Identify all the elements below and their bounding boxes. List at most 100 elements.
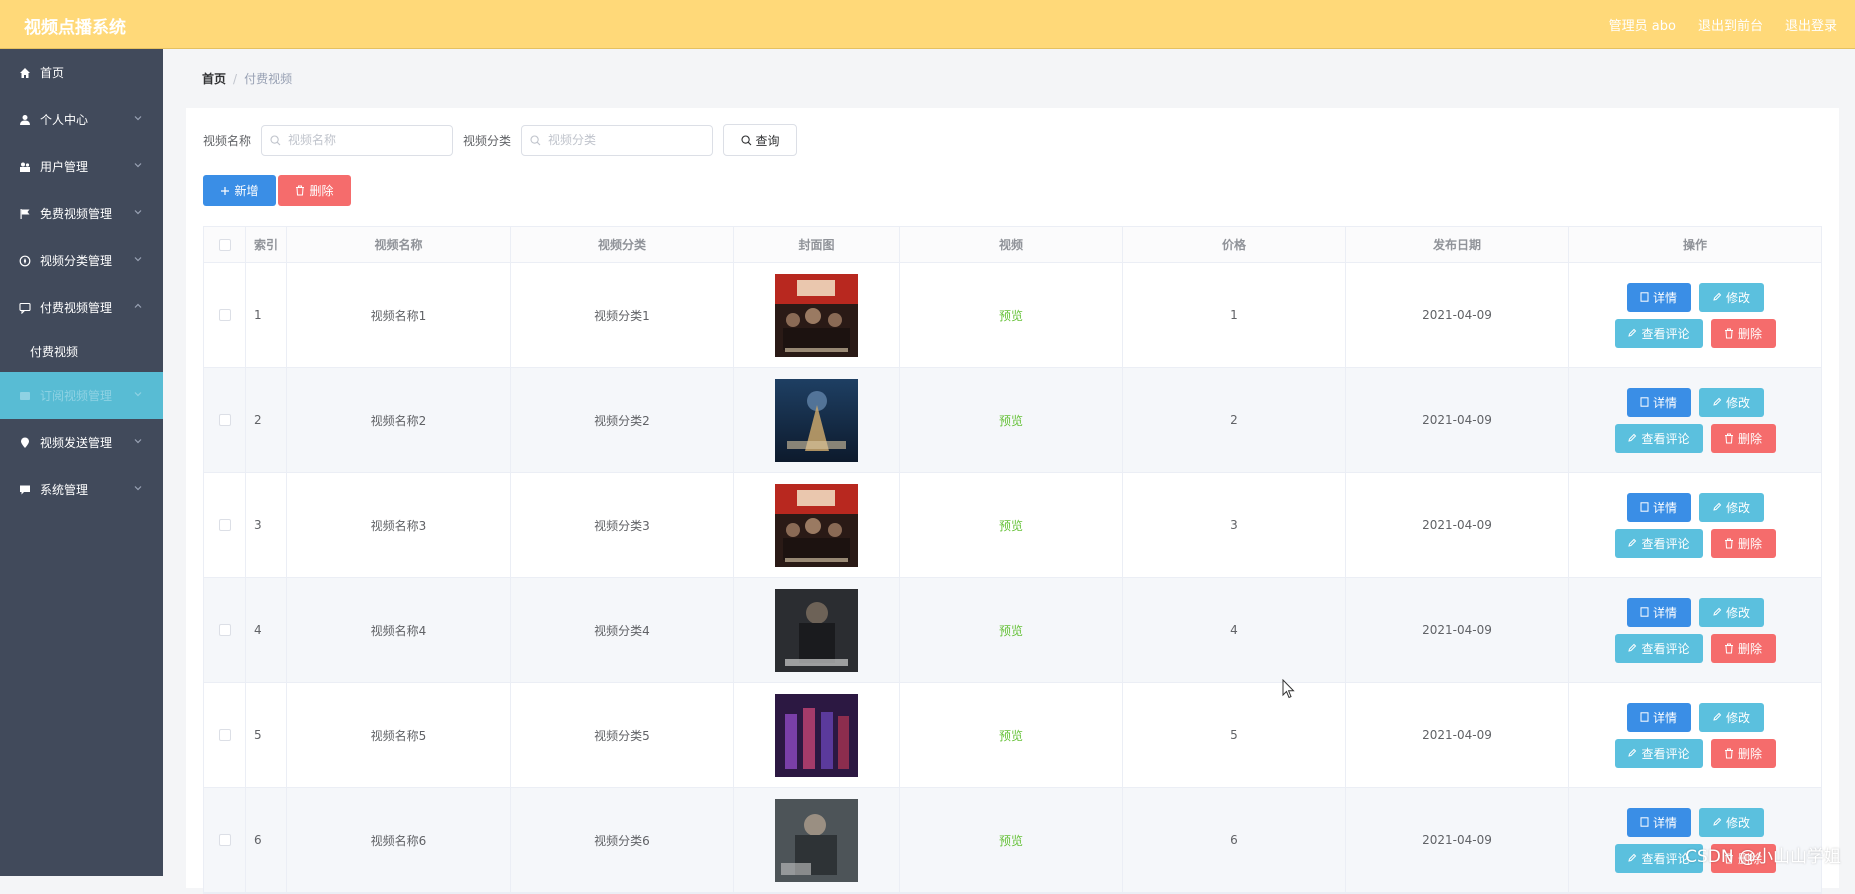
back-to-front-link[interactable]: 退出到前台	[1698, 15, 1763, 34]
sidebar-item-profile[interactable]: 个人中心	[0, 96, 163, 143]
edit-button[interactable]: 修改	[1698, 282, 1764, 312]
video-category-input[interactable]	[546, 132, 701, 148]
sidebar-item-paid-videos[interactable]: 付费视频管理	[0, 284, 163, 331]
cover-cell	[734, 788, 900, 892]
preview-link[interactable]: 预览	[999, 727, 1023, 744]
delete-button[interactable]: 删除	[1710, 318, 1776, 348]
video-cell: 预览	[900, 788, 1123, 892]
video-name-input[interactable]	[286, 132, 441, 148]
chevron-up-icon	[134, 303, 142, 308]
cover-image[interactable]	[775, 798, 858, 882]
sidebar-item-label: 付费视频	[30, 345, 79, 359]
cover-image[interactable]	[775, 588, 858, 672]
detail-button-label: 详情	[1652, 500, 1677, 515]
actions-cell: 详情 修改 查看评论 删除	[1569, 473, 1821, 577]
edit-button[interactable]: 修改	[1698, 702, 1764, 732]
detail-button[interactable]: 详情	[1626, 807, 1691, 837]
row-checkbox[interactable]	[218, 834, 231, 846]
add-button[interactable]: 新增	[203, 175, 276, 206]
video-cell: 预览	[900, 473, 1123, 577]
table-row: 2 视频名称2 视频分类2 预览 2 2021-04-09 详情 修改 查看评论	[204, 368, 1821, 473]
view-comments-button[interactable]: 查看评论	[1614, 318, 1703, 348]
edit-button[interactable]: 修改	[1698, 492, 1764, 522]
video-table: 索引 视频名称 视频分类 封面图 视频 价格 发布日期 操作 1 视频名称1 视…	[203, 226, 1822, 894]
cover-cell	[734, 263, 900, 367]
view-comments-button[interactable]: 查看评论	[1614, 633, 1703, 663]
document-icon	[1640, 607, 1649, 617]
preview-link[interactable]: 预览	[999, 517, 1023, 534]
batch-delete-button-label: 删除	[309, 184, 334, 198]
content-panel: 视频名称 视频分类 查询 新增 删除	[186, 108, 1839, 894]
detail-button[interactable]: 详情	[1626, 492, 1691, 522]
video-name-field[interactable]	[261, 124, 454, 156]
sidebar-item-home[interactable]: 首页	[0, 49, 163, 96]
sidebar-item-paid-video[interactable]: 付费视频	[0, 331, 163, 372]
pencil-icon	[1628, 328, 1637, 337]
chevron-down-icon	[134, 163, 142, 168]
detail-button[interactable]: 详情	[1626, 597, 1691, 627]
detail-button[interactable]: 详情	[1626, 702, 1691, 732]
cover-image[interactable]	[775, 483, 858, 567]
header-video: 视频	[900, 227, 1123, 262]
table-header: 索引 视频名称 视频分类 封面图 视频 价格 发布日期 操作	[204, 227, 1821, 263]
watermark: CSDN @小山山学姐	[1685, 847, 1841, 867]
row-checkbox[interactable]	[218, 309, 231, 321]
breadcrumb: 首页 / 付费视频	[202, 70, 292, 87]
video-category-field[interactable]	[521, 124, 714, 156]
breadcrumb-home[interactable]: 首页	[202, 72, 226, 86]
preview-link[interactable]: 预览	[999, 307, 1023, 324]
sidebar-item-users[interactable]: 用户管理	[0, 143, 163, 190]
detail-button[interactable]: 详情	[1626, 387, 1691, 417]
select-cell	[204, 263, 246, 367]
date-cell: 2021-04-09	[1346, 263, 1569, 367]
price-cell: 6	[1123, 788, 1346, 892]
search-icon	[740, 134, 751, 145]
mouse-cursor-icon	[1282, 678, 1296, 702]
delete-button[interactable]: 删除	[1710, 738, 1776, 768]
row-checkbox[interactable]	[218, 414, 231, 426]
trash-icon	[296, 185, 305, 196]
cover-image[interactable]	[775, 378, 858, 462]
sidebar-item-system[interactable]: 系统管理	[0, 466, 163, 513]
header-date: 发布日期	[1346, 227, 1569, 262]
document-icon	[1640, 502, 1649, 512]
sidebar-item-label: 视频发送管理	[40, 436, 113, 450]
edit-button[interactable]: 修改	[1698, 807, 1764, 837]
preview-link[interactable]: 预览	[999, 832, 1023, 849]
delete-button[interactable]: 删除	[1710, 423, 1776, 453]
cover-image[interactable]	[775, 273, 858, 357]
sidebar-item-free-videos[interactable]: 免费视频管理	[0, 190, 163, 237]
query-button[interactable]: 查询	[723, 124, 798, 156]
top-bar: 视频点播系统 管理员 abo 退出到前台 退出登录	[0, 0, 1855, 49]
sidebar-item-video-delivery[interactable]: 视频发送管理	[0, 419, 163, 466]
cover-cell	[734, 683, 900, 787]
view-comments-button[interactable]: 查看评论	[1614, 738, 1703, 768]
view-comments-button-label: 查看评论	[1641, 431, 1690, 446]
detail-button-label: 详情	[1652, 815, 1677, 830]
sidebar-item-subscription-videos[interactable]: 订阅视频管理	[0, 372, 163, 419]
view-comments-button[interactable]: 查看评论	[1614, 528, 1703, 558]
trash-icon	[1724, 328, 1733, 338]
logout-link[interactable]: 退出登录	[1785, 15, 1837, 34]
actions-cell: 详情 修改 查看评论 删除	[1569, 368, 1821, 472]
actions-cell: 详情 修改 查看评论 删除	[1569, 578, 1821, 682]
delete-button[interactable]: 删除	[1710, 633, 1776, 663]
row-checkbox[interactable]	[218, 729, 231, 741]
header-cover: 封面图	[734, 227, 900, 262]
edit-button[interactable]: 修改	[1698, 387, 1764, 417]
cover-image[interactable]	[775, 693, 858, 777]
chevron-down-icon	[134, 210, 142, 215]
sidebar-item-label: 免费视频管理	[40, 207, 113, 221]
header-index: 索引	[246, 227, 287, 262]
row-checkbox[interactable]	[218, 519, 231, 531]
preview-link[interactable]: 预览	[999, 622, 1023, 639]
sidebar-item-video-categories[interactable]: 视频分类管理	[0, 237, 163, 284]
preview-link[interactable]: 预览	[999, 412, 1023, 429]
view-comments-button[interactable]: 查看评论	[1614, 423, 1703, 453]
select-all-checkbox[interactable]	[218, 238, 231, 251]
row-checkbox[interactable]	[218, 624, 231, 636]
batch-delete-button[interactable]: 删除	[278, 175, 351, 206]
edit-button[interactable]: 修改	[1698, 597, 1764, 627]
delete-button[interactable]: 删除	[1710, 528, 1776, 558]
detail-button[interactable]: 详情	[1626, 282, 1691, 312]
